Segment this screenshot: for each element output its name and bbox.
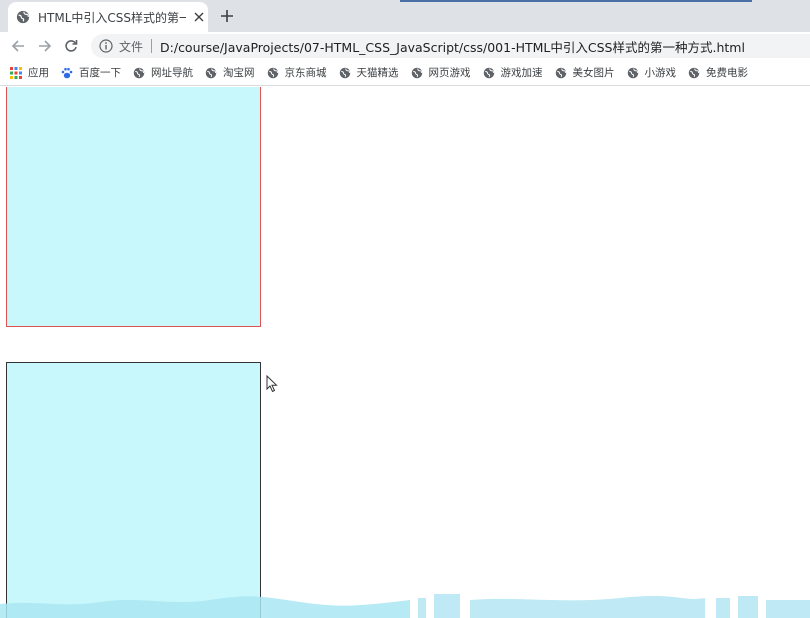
bookmark-label: 应用 [28,67,49,79]
bookmark-label: 天猫精选 [356,67,399,79]
url-text[interactable]: D:/course/JavaProjects/07-HTML_CSS_JavaS… [160,37,745,56]
info-icon[interactable] [99,39,113,53]
bookmark-label: 免费电影 [706,67,748,79]
loading-indicator [400,0,752,2]
arrow-right-icon[interactable] [35,36,55,56]
globe-icon [411,67,422,78]
bookmark-item[interactable]: 网址导航 [133,65,193,80]
bookmark-label: 美女图片 [572,67,615,79]
reload-icon[interactable] [61,36,81,56]
apps-grid-icon [10,66,22,79]
bookmark-label: 百度一下 [79,67,121,79]
mouse-cursor-icon [266,375,278,393]
bookmark-label: 淘宝网 [223,67,255,79]
bookmark-item[interactable]: 小游戏 [627,65,677,80]
globe-icon [267,67,278,78]
tab-strip: HTML中引入CSS样式的第一种方 [0,0,810,32]
bookmark-item[interactable]: 美女图片 [555,65,615,80]
bookmarks-bar: 应用 百度一下 网址导航 淘宝网 京东商城 天猫精选 网页游戏 游戏加速 美女图… [0,60,810,86]
globe-icon [16,10,30,24]
bookmark-label: 游戏加速 [500,67,543,79]
globe-icon [627,67,638,78]
file-chip: 文件 [119,39,144,54]
bookmark-item[interactable]: 淘宝网 [205,65,255,80]
bookmark-item[interactable]: 网页游戏 [411,65,471,80]
plus-icon[interactable] [217,6,237,26]
bookmark-label: 小游戏 [644,67,677,79]
browser-tab[interactable]: HTML中引入CSS样式的第一种方 [8,2,208,32]
address-bar[interactable]: 文件 D:/course/JavaProjects/07-HTML_CSS_Ja… [91,34,810,58]
close-icon[interactable] [192,10,206,24]
bookmark-label: 网页游戏 [428,67,471,79]
bookmark-item[interactable]: 天猫精选 [339,65,399,80]
bookmark-item[interactable]: 游戏加速 [483,65,543,80]
page-content [0,87,810,618]
bookmark-item[interactable]: 免费电影 [688,65,748,80]
styled-div-red-border [6,87,261,327]
bookmark-label: 京东商城 [284,67,327,79]
browser-toolbar: 文件 D:/course/JavaProjects/07-HTML_CSS_Ja… [0,32,810,60]
globe-icon [688,67,700,78]
bookmark-baidu[interactable]: 百度一下 [61,65,121,80]
bookmark-label: 网址导航 [151,67,193,79]
globe-icon [483,67,494,78]
styled-div-dark-border [6,362,261,618]
tab-title: HTML中引入CSS样式的第一种方 [38,10,186,25]
globe-icon [205,67,217,78]
bookmark-apps[interactable]: 应用 [10,65,49,80]
wave-watermark [0,594,810,618]
globe-icon [339,67,350,78]
baidu-paw-icon [61,67,73,78]
omnibox-divider [151,39,153,53]
bookmark-item[interactable]: 京东商城 [267,65,327,80]
arrow-left-icon[interactable] [8,36,28,56]
globe-icon [555,67,566,78]
globe-icon [133,67,145,78]
